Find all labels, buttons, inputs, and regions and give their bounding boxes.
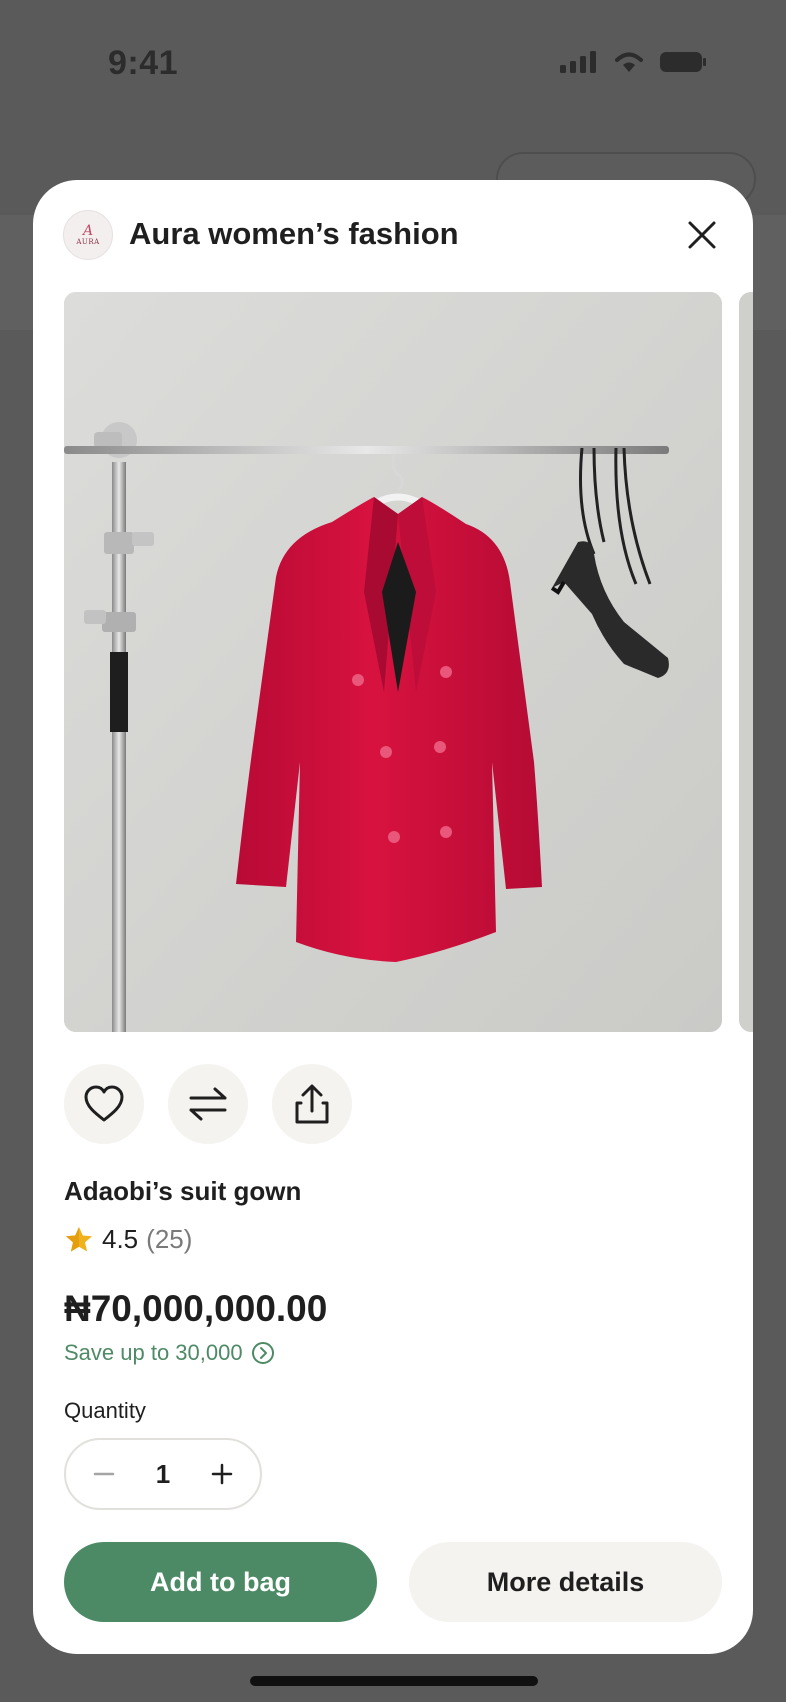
store-logo: A AURA: [63, 210, 113, 260]
minus-icon: [93, 1472, 115, 1476]
next-product-photo-peek[interactable]: [739, 292, 753, 1032]
chevron-right-circle-icon: [251, 1342, 274, 1364]
status-bar: 9:41: [0, 0, 786, 130]
product-quick-view-modal: A AURA Aura women’s fashion Adaobi’s sui…: [33, 180, 753, 1654]
heart-icon: [84, 1085, 124, 1122]
rating-count: (25): [146, 1224, 193, 1254]
product-price: ₦70,000,000.00: [64, 1288, 328, 1329]
modal-header: A AURA Aura women’s fashion: [33, 180, 753, 290]
savings-text: Save up to 30,000: [64, 1340, 243, 1365]
wifi-icon: [615, 52, 643, 72]
add-to-bag-button[interactable]: Add to bag: [64, 1542, 377, 1622]
product-photo: [64, 292, 722, 1032]
star-icon: [66, 1226, 92, 1251]
close-button[interactable]: [681, 214, 723, 256]
product-rating[interactable]: 4.5 (25): [64, 1224, 192, 1255]
share-button[interactable]: [272, 1064, 352, 1144]
quantity-stepper: 1: [64, 1438, 262, 1510]
home-indicator: [250, 1676, 538, 1686]
more-details-button[interactable]: More details: [409, 1542, 722, 1622]
plus-icon: [211, 1463, 233, 1485]
status-icons: [558, 50, 706, 74]
signal-icon: [560, 51, 596, 73]
product-photo-illustration: [64, 292, 722, 1032]
savings-link[interactable]: Save up to 30,000: [64, 1340, 275, 1366]
quantity-value: 1: [155, 1458, 171, 1489]
share-icon: [295, 1084, 329, 1124]
product-action-row: [64, 1064, 352, 1144]
product-image-carousel[interactable]: [64, 292, 753, 1032]
store-logo-wordmark: AURA: [76, 238, 100, 246]
battery-icon: [660, 52, 706, 72]
store-name: Aura women’s fashion: [129, 216, 459, 251]
product-name: Adaobi’s suit gown: [64, 1176, 302, 1206]
store-logo-monogram: A: [82, 223, 94, 239]
rating-value: 4.5: [102, 1224, 139, 1254]
compare-arrows-icon: [189, 1087, 227, 1121]
status-time: 9:41: [108, 44, 179, 82]
wishlist-button[interactable]: [64, 1064, 144, 1144]
quantity-label: Quantity: [64, 1398, 146, 1423]
decrease-quantity-button[interactable]: [86, 1456, 122, 1492]
close-icon: [688, 221, 716, 249]
increase-quantity-button[interactable]: [204, 1456, 240, 1492]
compare-button[interactable]: [168, 1064, 248, 1144]
